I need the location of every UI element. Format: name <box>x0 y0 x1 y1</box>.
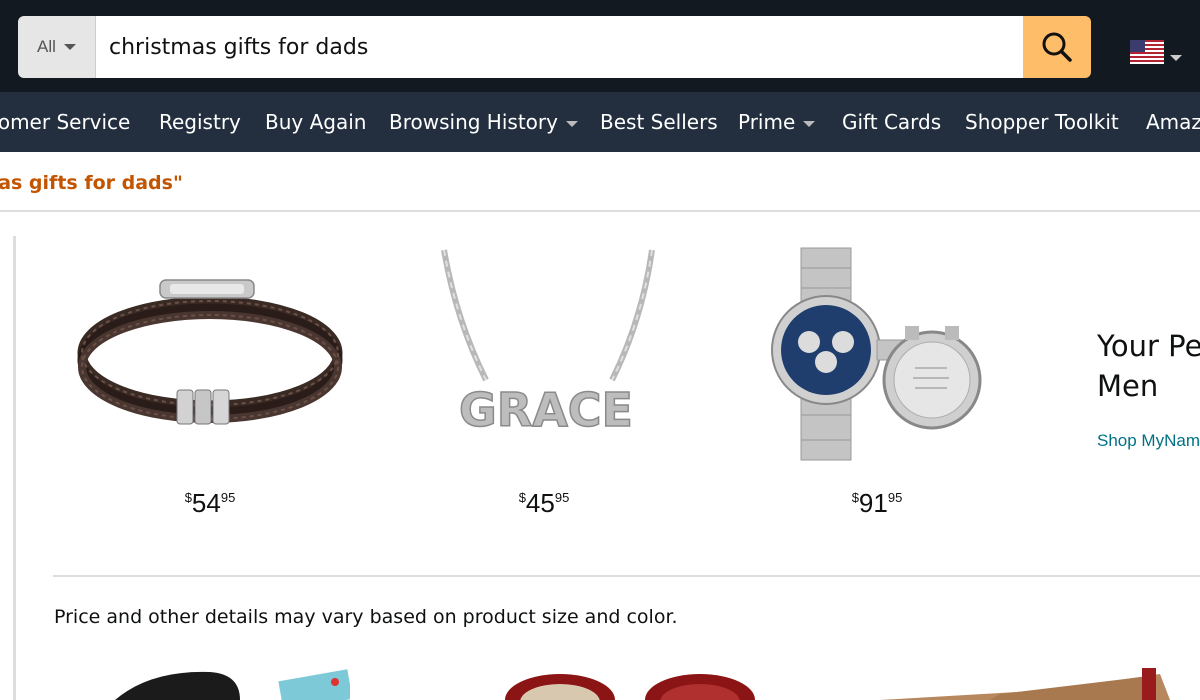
price-symbol: $ <box>518 490 526 505</box>
watch-image <box>771 247 982 461</box>
necklace-image: GRACE <box>441 249 655 438</box>
language-dropdown-caret-icon[interactable] <box>1170 55 1182 61</box>
price-fraction: 95 <box>887 490 903 505</box>
price-symbol: $ <box>184 490 192 505</box>
product-thumbnail[interactable] <box>500 668 760 700</box>
price-whole: 91 <box>858 488 888 518</box>
us-flag-icon[interactable] <box>1130 40 1164 64</box>
nav-buy-again[interactable]: Buy Again <box>265 110 366 134</box>
product-thumbnail[interactable] <box>110 668 350 700</box>
promo-title-line2: Men <box>1097 369 1159 403</box>
search-icon <box>1042 32 1072 62</box>
price-whole: 54 <box>191 488 221 518</box>
bracelet-image <box>77 279 343 425</box>
nav-shopper-toolkit[interactable]: Shopper Toolkit <box>965 110 1119 134</box>
price-symbol: $ <box>851 490 859 505</box>
product-price: $9195 <box>727 488 1027 519</box>
search-button[interactable] <box>1023 16 1091 78</box>
product-card-watch[interactable]: $9195 <box>727 240 1027 530</box>
nav-customer-service[interactable]: tomer Service <box>0 110 130 134</box>
nav-prime-label: Prime <box>738 110 796 134</box>
price-fraction: 95 <box>554 490 570 505</box>
top-header: All <box>0 0 1200 92</box>
content-border <box>13 236 16 700</box>
necklace-engraving: GRACE <box>459 383 633 437</box>
nav-gift-cards[interactable]: Gift Cards <box>842 110 941 134</box>
department-dropdown[interactable]: All <box>18 16 96 78</box>
price-fraction: 95 <box>220 490 236 505</box>
nav-browsing-history[interactable]: Browsing History <box>389 110 578 134</box>
product-price: $4595 <box>394 488 694 519</box>
search-bar: All <box>18 16 1091 78</box>
nav-registry[interactable]: Registry <box>159 110 241 134</box>
department-label: All <box>37 37 56 56</box>
promo-title: Your Pe Men <box>1097 326 1200 406</box>
price-whole: 45 <box>525 488 555 518</box>
promo-shop-link[interactable]: Shop MyNam <box>1097 431 1200 451</box>
product-card-bracelet[interactable]: $5495 <box>60 240 360 530</box>
product-price: $5495 <box>60 488 360 519</box>
results-bar: stmas gifts for dads" <box>0 152 1200 212</box>
chevron-down-icon <box>565 120 578 127</box>
results-query-label: stmas gifts for dads" <box>0 172 183 194</box>
section-divider <box>53 575 1200 577</box>
nav-best-sellers[interactable]: Best Sellers <box>600 110 718 134</box>
chevron-down-icon <box>63 44 76 50</box>
nav-prime[interactable]: Prime <box>738 110 816 134</box>
nav-browsing-history-label: Browsing History <box>389 110 558 134</box>
promo-title-line1: Your Pe <box>1097 329 1200 363</box>
chevron-down-icon <box>803 120 816 127</box>
search-input[interactable] <box>96 16 1023 78</box>
nav-strip: tomer Service Registry Buy Again Browsin… <box>0 92 1200 152</box>
price-disclaimer: Price and other details may vary based o… <box>54 606 678 628</box>
product-thumbnail[interactable] <box>880 668 1180 700</box>
product-card-necklace[interactable]: GRACE $4595 <box>394 240 694 530</box>
nav-amazon[interactable]: Amaz <box>1146 110 1200 134</box>
